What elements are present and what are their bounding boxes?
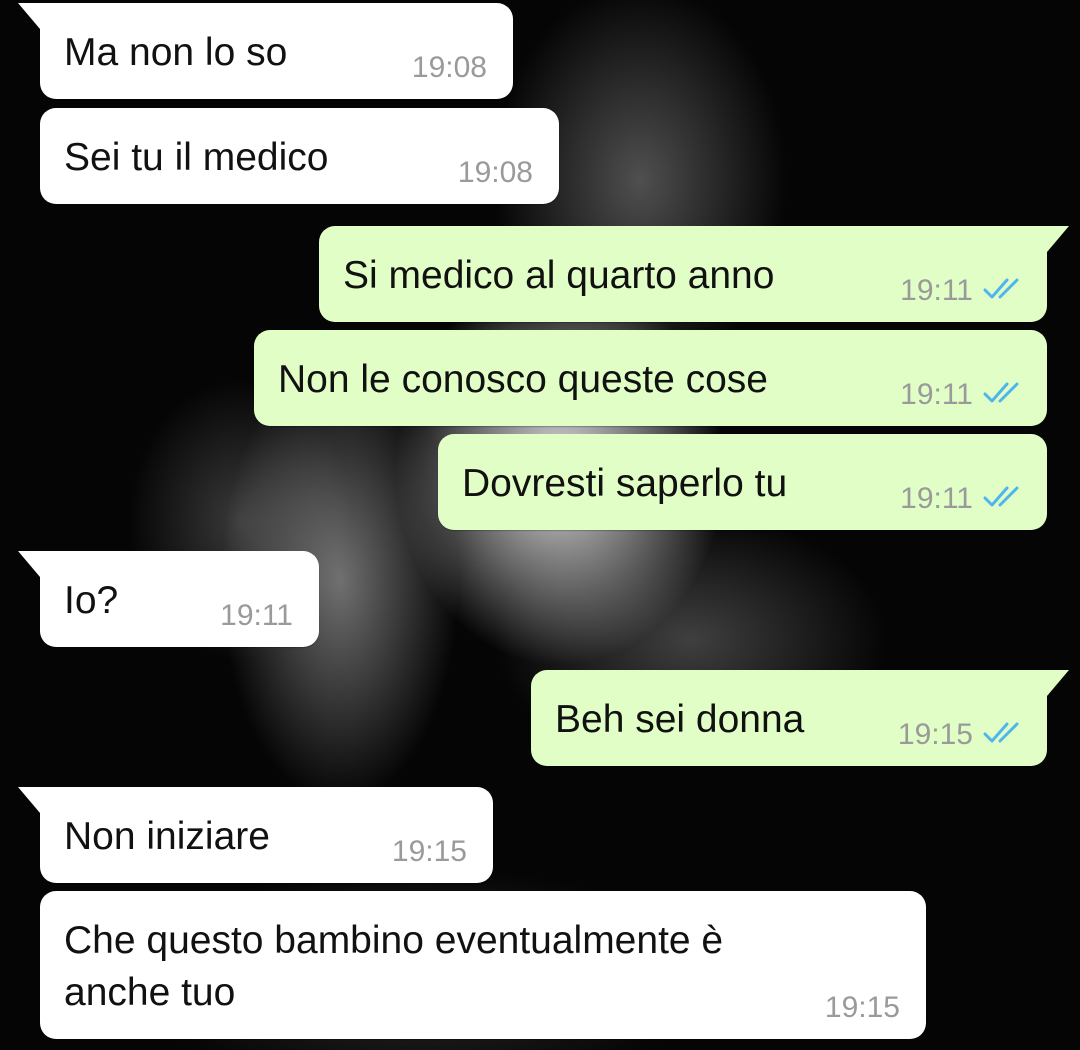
message-time: 19:11: [900, 274, 973, 307]
message-bubble-outgoing[interactable]: Non le conosco queste cose 19:11: [254, 330, 1047, 426]
message-text: Non iniziare: [64, 815, 270, 858]
message-time: 19:15: [897, 718, 973, 751]
message-text: Che questo bambino eventualmente è anche…: [64, 919, 734, 1014]
message-text: Si medico al quarto anno: [343, 254, 775, 297]
message-time: 19:08: [411, 51, 487, 84]
message-time: 19:11: [900, 482, 973, 515]
double-check-read-icon: [983, 278, 1019, 299]
message-bubble-outgoing[interactable]: Dovresti saperlo tu 19:11: [438, 434, 1047, 530]
message-bubble-incoming[interactable]: Sei tu il medico 19:08: [40, 108, 559, 204]
message-time: 19:15: [824, 991, 900, 1024]
message-text: Beh sei donna: [555, 698, 805, 741]
message-bubble-incoming[interactable]: Non iniziare 19:15: [18, 787, 493, 883]
message-text: Ma non lo so: [64, 31, 288, 74]
message-text: Io?: [64, 579, 119, 622]
message-text: Non le conosco queste cose: [278, 358, 768, 401]
double-check-read-icon: [983, 382, 1019, 403]
double-check-read-icon: [983, 722, 1019, 743]
message-bubble-outgoing[interactable]: Si medico al quarto anno 19:11: [319, 226, 1069, 322]
message-text: Sei tu il medico: [64, 136, 329, 179]
double-check-read-icon: [983, 486, 1019, 507]
message-time: 19:08: [457, 156, 533, 189]
message-bubble-incoming[interactable]: Ma non lo so 19:08: [18, 3, 513, 99]
message-time: 19:11: [900, 378, 973, 411]
message-bubble-outgoing[interactable]: Beh sei donna 19:15: [531, 670, 1069, 766]
message-time: 19:15: [391, 835, 467, 868]
message-time: 19:11: [220, 599, 293, 632]
message-bubble-incoming[interactable]: Io? 19:11: [18, 551, 319, 647]
message-text: Dovresti saperlo tu: [462, 462, 788, 505]
message-bubble-incoming[interactable]: Che questo bambino eventualmente è anche…: [40, 891, 926, 1039]
